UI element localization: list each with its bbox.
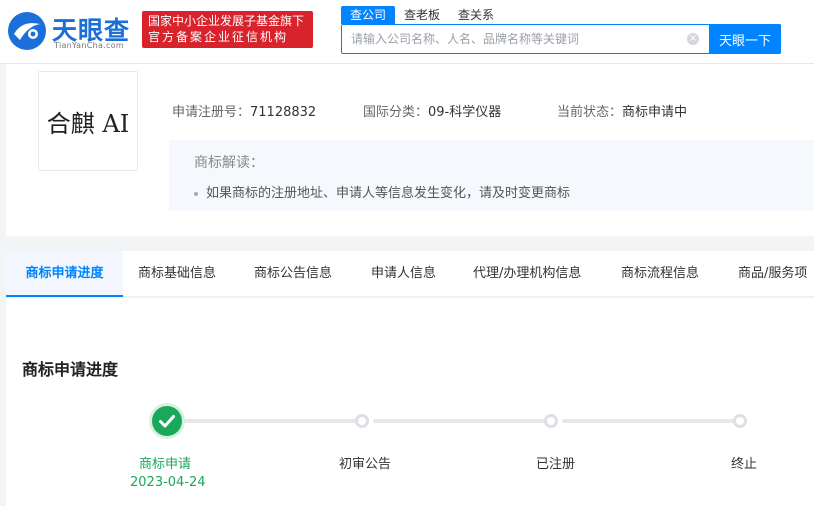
search-tab-company[interactable]: 查公司 <box>341 6 396 24</box>
logo-domain: TianYanCha.com <box>54 41 124 50</box>
step-label-prelim: 初审公告 <box>339 457 392 472</box>
tab-announcement[interactable]: 商标公告信息 <box>254 251 332 297</box>
search-tabs: 查公司 查老板 查关系 <box>341 6 503 24</box>
tab-agency[interactable]: 代理/办理机构信息 <box>473 251 581 297</box>
trademark-image[interactable]: 合麒 AI <box>38 71 138 171</box>
reg-no: 申请注册号：71128832 <box>172 101 316 120</box>
badge-line-2: 官方备案企业征信机构 <box>148 30 289 44</box>
tab-applicant[interactable]: 申请人信息 <box>371 251 436 297</box>
tab-progress[interactable]: 商标申请进度 <box>6 251 123 297</box>
reg-no-value: 71128832 <box>250 105 317 120</box>
tab-process[interactable]: 商标流程信息 <box>621 251 699 297</box>
step-done-icon <box>152 406 182 436</box>
application-progress-section: 商标申请进度 商标申请 2023-04-24 初审公告 已注册 终止 <box>6 298 814 506</box>
intl-class-label: 国际分类： <box>363 105 429 120</box>
status-value: 商标申请中 <box>622 105 688 120</box>
intl-class-value: 09-科学仪器 <box>428 105 502 120</box>
reg-no-label: 申请注册号： <box>172 105 251 120</box>
current-status: 当前状态：商标申请中 <box>557 101 687 120</box>
step-dot-3 <box>544 414 558 428</box>
step-dot-2 <box>355 414 369 428</box>
step-label-registered: 已注册 <box>536 457 576 472</box>
progress-line-1 <box>182 419 362 423</box>
search-tab-relation[interactable]: 查关系 <box>449 6 503 24</box>
step-dot-4 <box>733 414 747 428</box>
site-logo[interactable]: 天眼查 TianYanCha.com <box>6 8 136 54</box>
search-tab-boss[interactable]: 查老板 <box>395 6 449 24</box>
bullet-icon <box>194 191 198 196</box>
tianyancha-logo-icon <box>8 12 46 50</box>
trademark-info-card: 合麒 AI 申请注册号：71128832 国际分类：09-科学仪器 当前状态：商… <box>6 64 814 236</box>
explain-text: 如果商标的注册地址、申请人等信息发生变化，请及时变更商标 <box>206 186 571 201</box>
progress-line-2 <box>373 419 553 423</box>
tab-goods-services[interactable]: 商品/服务项 <box>738 251 807 297</box>
top-header: 天眼查 TianYanCha.com 国家中小企业发展子基金旗下 官方备案企业征… <box>0 0 814 64</box>
step-label-apply: 商标申请 <box>139 457 192 472</box>
search-button[interactable]: 天眼一下 <box>709 24 781 54</box>
detail-tabs: 商标申请进度 商标基础信息 商标公告信息 申请人信息 代理/办理机构信息 商标流… <box>6 251 814 297</box>
intl-class: 国际分类：09-科学仪器 <box>363 101 501 120</box>
progress-line-3 <box>562 419 739 423</box>
explain-title: 商标解读： <box>194 155 264 171</box>
search-input[interactable] <box>342 25 702 53</box>
status-label: 当前状态： <box>557 105 623 120</box>
trademark-explain-box: 商标解读： 如果商标的注册地址、申请人等信息发生变化，请及时变更商标 <box>169 140 814 211</box>
badge-line-1: 国家中小企业发展子基金旗下 <box>148 14 305 28</box>
step-label-terminated: 终止 <box>731 457 758 472</box>
tab-basic-info[interactable]: 商标基础信息 <box>138 251 216 297</box>
search-box: × 天眼一下 <box>341 24 781 54</box>
clear-icon[interactable]: × <box>687 33 699 45</box>
step-date-apply: 2023-04-24 <box>130 475 206 490</box>
progress-title: 商标申请进度 <box>22 360 119 379</box>
check-icon <box>159 415 175 428</box>
official-badge: 国家中小企业发展子基金旗下 官方备案企业征信机构 <box>142 11 313 48</box>
explain-item: 如果商标的注册地址、申请人等信息发生变化，请及时变更商标 <box>194 182 570 201</box>
